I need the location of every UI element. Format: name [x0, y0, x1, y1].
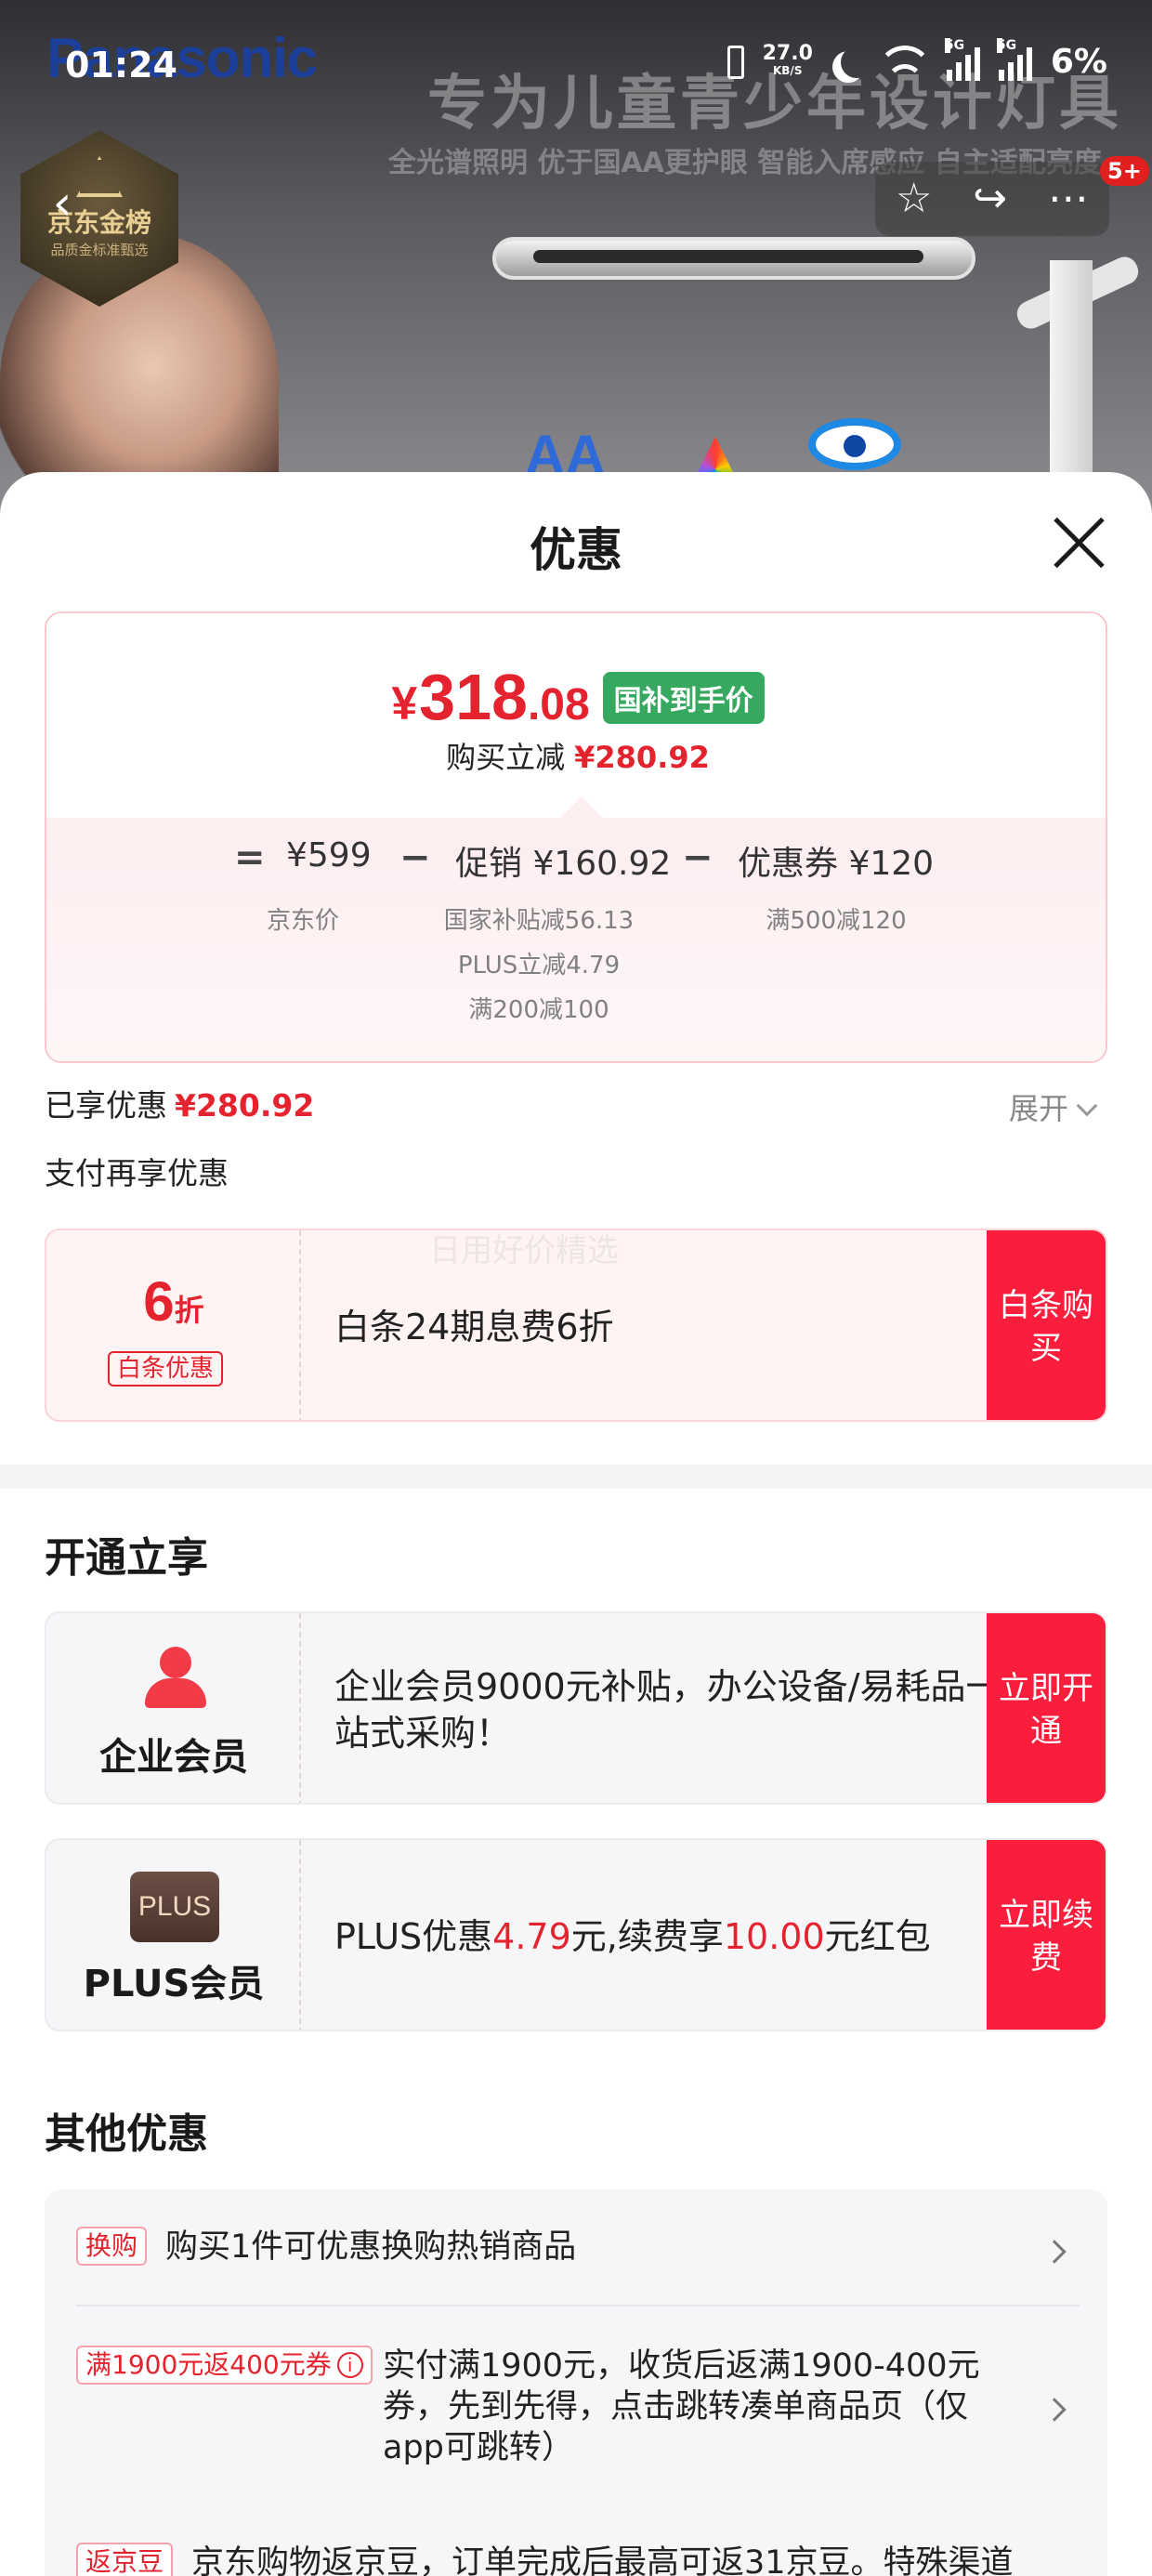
- battery-level: 6%: [1050, 43, 1107, 81]
- watermark: 日用好价精选: [429, 1232, 619, 1269]
- payment-discount-title: 支付再享优惠: [45, 1155, 229, 1191]
- share-icon[interactable]: ↪: [973, 178, 1007, 219]
- enterprise-member-text: 企业会员9000元补贴，办公设备/易耗品一站式采购！: [334, 1666, 1001, 1754]
- reduction-label: 购买立减: [446, 740, 566, 775]
- price-formula: = ¥599 − 促销 ¥160.92 − 优惠券 ¥120: [46, 836, 1106, 892]
- plus-text: 元红包: [824, 1916, 931, 1957]
- sheet-title: 优惠: [530, 523, 622, 577]
- signal-icon: 5G: [944, 37, 980, 81]
- signal-label: 5G: [996, 37, 1017, 53]
- offer-tag-label: 满1900元返400元券: [85, 2349, 332, 2380]
- plus-member-row[interactable]: PLUS PLUS会员 PLUS优惠 4.79 元,续费享 10.00 元红包 立即续费: [45, 1838, 1107, 2031]
- baitiao-discount-unit: 折: [174, 1294, 204, 1327]
- enterprise-member-name: 企业会员: [99, 1736, 248, 1779]
- price-integer: 318: [419, 661, 528, 733]
- divider: [76, 2305, 1080, 2307]
- reduction-value: ¥280.92: [574, 740, 710, 775]
- list-item[interactable]: 满1900元返400元券 i 实付满1900元，收货后返满1900-400元券，先…: [76, 2346, 1080, 2476]
- other-offers-list: 换购 购买1件可优惠换购热销商品 满1900元返400元券 i 实付满1900元，…: [45, 2189, 1107, 2576]
- eye-icon: [808, 418, 901, 470]
- offer-text: 实付满1900元，收货后返满1900-400元券，先到先得，点击跳转凑单商品页（…: [383, 2347, 980, 2466]
- offer-text: 京东购物返京豆，订单完成后最高可返31京豆。特殊渠道: [191, 2544, 1014, 2576]
- status-bar: 01:24 27.0 KB/S 5G 5G 6%: [0, 0, 1152, 139]
- price-decimal: .08: [527, 680, 590, 729]
- instant-reduction: 购买立减 ¥280.92: [46, 734, 1106, 777]
- wifi-icon: [881, 44, 928, 81]
- expand-label: 展开: [1009, 1091, 1069, 1126]
- coupon-detail: 满500减120: [766, 907, 907, 935]
- enjoyed-value: ¥280.92: [175, 1087, 315, 1124]
- promo-detail: PLUS立减4.79: [457, 952, 621, 979]
- chevron-right-icon: [1042, 2240, 1067, 2264]
- jd-price-label: 京东价: [266, 907, 339, 935]
- section-divider: [0, 1465, 1152, 1489]
- close-icon[interactable]: [1052, 515, 1107, 571]
- status-time: 01:24: [65, 45, 177, 85]
- promo-detail: 满200减100: [468, 996, 609, 1024]
- vibrate-icon: [727, 45, 744, 79]
- final-price-line: ¥318.08 国补到手价: [46, 660, 1106, 734]
- message-count-badge: 5+: [1100, 156, 1149, 186]
- minus-sign: −: [682, 836, 713, 879]
- top-action-bar: ☆ ↪ ⋯: [875, 162, 1109, 236]
- enterprise-member-row[interactable]: 企业会员 企业会员9000元补贴，办公设备/易耗品一站式采购！ 立即开通: [45, 1611, 1107, 1805]
- promo-value: 促销 ¥160.92: [455, 845, 672, 883]
- baitiao-discount: 6折: [46, 1269, 301, 1334]
- baitiao-tag: 白条优惠: [108, 1351, 224, 1387]
- list-item[interactable]: 换购 购买1件可优惠换购热销商品: [76, 2227, 1080, 2282]
- net-speed-value: 27.0: [762, 41, 813, 65]
- minus-sign: −: [399, 836, 431, 879]
- enjoyed-discount: 已享优惠 ¥280.92: [45, 1081, 314, 1125]
- plus-logo: PLUS: [130, 1872, 219, 1942]
- baitiao-discount-number: 6: [143, 1270, 175, 1333]
- offer-text: 购买1件可优惠换购热销商品: [165, 2228, 577, 2266]
- price-breakdown-card: ¥318.08 国补到手价 购买立减 ¥280.92 = ¥599 − 促销 ¥1…: [45, 611, 1107, 1063]
- signal-icon: 5G: [996, 37, 1032, 81]
- more-icon[interactable]: ⋯: [1048, 178, 1089, 219]
- chevron-right-icon: [1042, 2398, 1067, 2422]
- chevron-down-icon: [1076, 1095, 1098, 1117]
- other-section-title: 其他优惠: [45, 2110, 208, 2158]
- jd-price-value: ¥599: [286, 836, 372, 874]
- final-price: ¥318.08: [391, 660, 589, 734]
- plus-text: PLUS优惠: [334, 1916, 493, 1957]
- list-item[interactable]: 返京豆 京东购物返京豆，订单完成后最高可返31京豆。特殊渠道: [76, 2543, 1080, 2576]
- promo-detail: 国家补贴减56.13: [443, 907, 635, 935]
- info-icon[interactable]: i: [336, 2352, 363, 2378]
- badge-subtitle: 品质金标准甄选: [50, 242, 149, 258]
- enjoyed-label: 已享优惠: [45, 1087, 167, 1124]
- net-speed: 27.0 KB/S: [762, 41, 813, 79]
- expand-button[interactable]: 展开: [1009, 1085, 1098, 1128]
- plus-amount: 10.00: [723, 1916, 825, 1957]
- open-section-title: 开通立享: [45, 1534, 208, 1582]
- plus-text: 元,续费享: [570, 1916, 724, 1957]
- price-currency: ¥: [391, 677, 418, 729]
- net-speed-unit: KB/S: [772, 63, 803, 77]
- renew-now-button[interactable]: 立即续费: [987, 1840, 1106, 2030]
- plus-member-text: PLUS优惠 4.79 元,续费享 10.00 元红包: [334, 1840, 1003, 2030]
- open-now-button[interactable]: 立即开通: [987, 1613, 1106, 1803]
- signal-label: 5G: [944, 37, 965, 53]
- do-not-disturb-icon: [841, 46, 872, 78]
- plus-member-name: PLUS会员: [83, 1963, 265, 2005]
- person-icon: [145, 1647, 206, 1708]
- lamp-image: [492, 237, 975, 280]
- subsidy-price-tag: 国补到手价: [602, 672, 765, 724]
- favorite-star-icon[interactable]: ☆: [896, 178, 932, 219]
- baitiao-buy-button[interactable]: 白条购买: [987, 1230, 1106, 1420]
- coupon-value: 优惠券 ¥120: [738, 845, 935, 883]
- baitiao-badge: 6折 白条优惠: [46, 1230, 301, 1420]
- offer-tag: 返京豆: [76, 2543, 174, 2576]
- enterprise-badge: 企业会员: [46, 1613, 301, 1803]
- offer-tag: 换购: [76, 2227, 148, 2266]
- plus-badge: PLUS PLUS会员: [46, 1840, 301, 2030]
- plus-amount: 4.79: [492, 1916, 571, 1957]
- back-icon[interactable]: ‹: [35, 177, 89, 230]
- equals-sign: =: [234, 836, 266, 879]
- offer-tag: 满1900元返400元券 i: [76, 2346, 373, 2385]
